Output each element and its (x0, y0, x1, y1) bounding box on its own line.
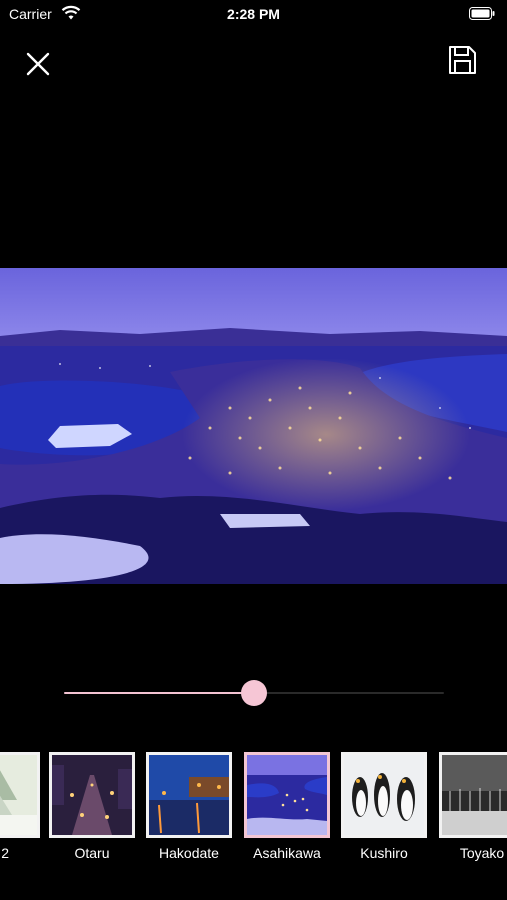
thumbnail-image (0, 752, 40, 838)
close-icon (26, 52, 50, 76)
thumbnail-image (49, 752, 135, 838)
thumbnail-item[interactable]: Otaru (49, 752, 145, 862)
snowy-forest-photo (442, 755, 507, 835)
thumbnail-item[interactable]: Kushiro (341, 752, 437, 862)
city-lights-photo (52, 755, 132, 835)
thumbnail-image (146, 752, 232, 838)
thumbnail-label: Otaru (74, 845, 110, 861)
thumbnail-item[interactable]: Toyako (439, 752, 507, 862)
status-bar: Carrier 2:28 PM (0, 0, 507, 30)
clock: 2:28 PM (227, 6, 280, 22)
main-photo (0, 268, 507, 584)
night-city-bay-photo (0, 268, 507, 584)
thumbnail-image (244, 752, 330, 838)
night-city-bay-photo (247, 755, 327, 835)
thumbnail-item[interactable]: Hakodate (146, 752, 242, 862)
canal-night-photo (149, 755, 229, 835)
save-button[interactable] (444, 42, 480, 78)
thumbnail-label: Toyako (459, 845, 505, 861)
thumbnail-label: Hakodate (159, 845, 219, 861)
adjustment-slider[interactable] (64, 676, 444, 710)
slider-fill (64, 692, 254, 694)
close-button[interactable] (22, 48, 54, 80)
thumbnail-image (341, 752, 427, 838)
thumbnail-image (439, 752, 507, 838)
thumbnail-label: Kushiro (360, 845, 408, 861)
save-icon (449, 46, 476, 74)
penguins-photo (344, 755, 424, 835)
slider-thumb[interactable] (241, 680, 267, 706)
snowy-tree-photo (0, 755, 37, 835)
thumbnail-item-selected[interactable]: Asahikawa (244, 752, 340, 862)
battery-icon (469, 7, 495, 20)
thumbnail-strip[interactable]: ro 2 Otaru Hakodate (0, 752, 507, 862)
thumbnail-label: Asahikawa (253, 845, 321, 861)
